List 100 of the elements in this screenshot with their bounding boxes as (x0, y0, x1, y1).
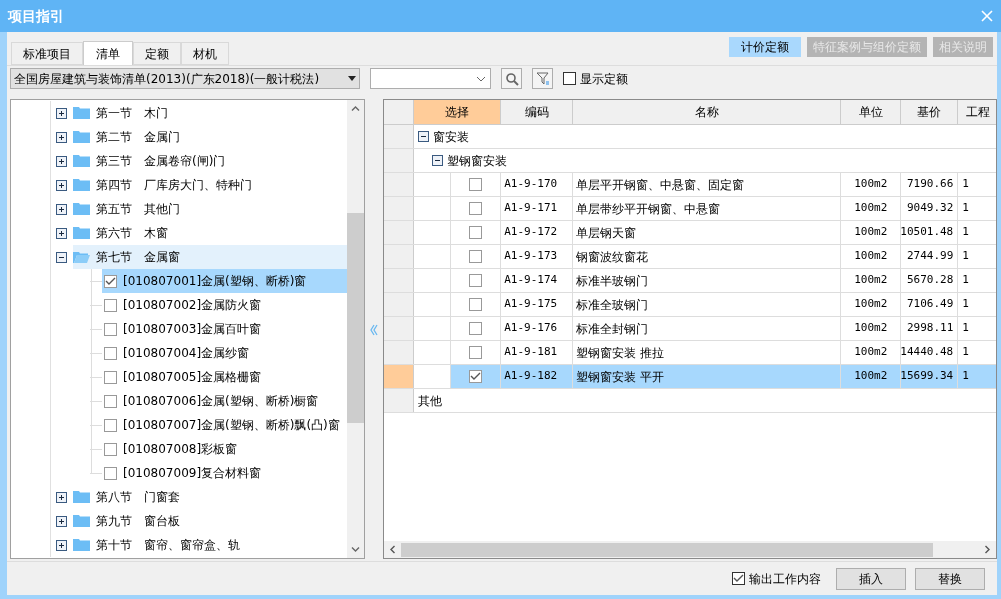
scrollbar-thumb[interactable] (347, 213, 365, 423)
expand-icon[interactable] (56, 491, 67, 503)
column-header[interactable]: 工程 (958, 100, 996, 124)
column-header[interactable]: 选择 (414, 100, 502, 124)
row-header[interactable] (384, 389, 415, 412)
checkbox-label: 输出工作内容 (749, 570, 821, 588)
row-header[interactable] (384, 221, 415, 244)
column-header[interactable]: 基价 (901, 100, 959, 124)
dropdown-arrow-icon (348, 76, 356, 81)
checkbox[interactable] (104, 394, 117, 408)
row-header[interactable] (384, 173, 415, 196)
checkbox[interactable] (104, 442, 117, 456)
collapse-icon[interactable] (418, 131, 430, 142)
row-header[interactable] (384, 365, 415, 388)
table-cell: 1 (958, 221, 996, 244)
checkbox[interactable] (469, 298, 483, 311)
tree-item[interactable]: [010807005]金属格栅窗 (102, 365, 348, 389)
tab[interactable]: 材机 (181, 42, 229, 65)
checkbox[interactable] (469, 202, 483, 215)
table-cell: 10501.48 (901, 221, 959, 244)
row-header[interactable] (384, 197, 415, 220)
row-header[interactable] (384, 149, 415, 172)
checkbox[interactable] (469, 250, 483, 263)
tree-section[interactable]: 第九节 窗台板 (73, 509, 348, 533)
tree-item[interactable]: [010807001]金属(塑钢、断桥)窗 (102, 269, 348, 293)
checkbox[interactable] (104, 418, 117, 432)
search-button[interactable] (501, 68, 522, 89)
action-button[interactable]: 替换 (915, 567, 985, 590)
close-icon[interactable] (981, 10, 993, 22)
column-header[interactable]: 编码 (501, 100, 574, 124)
collapse-arrow-icon[interactable] (370, 324, 379, 336)
expand-icon[interactable] (56, 227, 67, 239)
chevron-left-icon[interactable] (390, 545, 396, 554)
horizontal-scrollbar[interactable] (384, 541, 996, 558)
tab[interactable]: 清单 (83, 41, 133, 66)
expand-icon[interactable] (56, 155, 67, 167)
expand-icon[interactable] (56, 179, 67, 191)
tree-section[interactable]: 第十节 窗帘、窗帘盒、轨 (73, 533, 348, 557)
checkbox[interactable] (104, 298, 117, 312)
checkbox[interactable] (104, 346, 117, 360)
row-header[interactable] (384, 269, 415, 292)
library-dropdown[interactable]: 全国房屋建筑与装饰清单(2013)(广东2018)(一般计税法) (10, 68, 360, 89)
checkbox[interactable] (732, 572, 745, 585)
expand-icon[interactable] (56, 131, 67, 143)
checkbox[interactable] (104, 274, 117, 288)
chevron-right-icon[interactable] (985, 545, 990, 554)
checkbox[interactable] (469, 346, 483, 359)
collapse-icon[interactable] (56, 251, 67, 263)
checkbox[interactable] (469, 226, 483, 239)
filter-button[interactable] (532, 68, 553, 89)
tree-section[interactable]: 第二节 金属门 (73, 125, 348, 149)
tree-item[interactable]: [010807002]金属防火窗 (102, 293, 348, 317)
column-header[interactable]: 单位 (841, 100, 902, 124)
row-header[interactable] (384, 245, 415, 268)
checkbox[interactable] (469, 178, 483, 191)
checkbox[interactable] (469, 274, 483, 287)
checkbox[interactable] (104, 466, 117, 480)
tree-section[interactable]: 第一节 木门 (73, 101, 348, 125)
checkbox[interactable] (469, 322, 483, 335)
collapse-icon[interactable] (432, 155, 444, 166)
tree-section[interactable]: 第七节 金属窗 (73, 245, 348, 269)
expand-icon[interactable] (56, 539, 67, 551)
tree-item[interactable]: [010807006]金属(塑钢、断桥)橱窗 (102, 389, 348, 413)
column-header[interactable]: 名称 (573, 100, 842, 124)
checkbox[interactable] (104, 370, 117, 384)
tab[interactable]: 定额 (133, 42, 181, 65)
row-header[interactable] (384, 293, 415, 316)
tree-section[interactable]: 第三节 金属卷帘(闸)门 (73, 149, 348, 173)
checkbox[interactable] (104, 322, 117, 336)
tree-item[interactable]: [010807008]彩板窗 (102, 437, 348, 461)
expand-icon[interactable] (56, 107, 67, 119)
chevron-up-icon[interactable] (351, 106, 361, 111)
checkbox[interactable] (563, 72, 576, 85)
table-cell: A1-9-175 (501, 293, 574, 316)
tree-item[interactable]: [010807004]金属纱窗 (102, 341, 348, 365)
tree-section[interactable]: 第五节 其他门 (73, 197, 348, 221)
checkbox[interactable] (469, 370, 483, 383)
folder-icon (73, 202, 90, 216)
row-header[interactable] (384, 317, 415, 340)
tree-item[interactable]: [010807007]金属(塑钢、断桥)飘(凸)窗 (102, 413, 348, 437)
tree-section[interactable]: 第四节 厂库房大门、特种门 (73, 173, 348, 197)
table-cell: 2744.99 (901, 245, 959, 268)
row-header[interactable] (384, 341, 415, 364)
tab[interactable]: 计价定额 (729, 37, 801, 57)
vertical-scrollbar[interactable] (347, 100, 365, 558)
expand-icon[interactable] (56, 515, 67, 527)
table-cell: 100m2 (841, 197, 902, 220)
tree-item[interactable]: [010807009]复合材料窗 (102, 461, 348, 485)
chevron-down-icon[interactable] (351, 547, 361, 552)
expand-icon[interactable] (56, 203, 67, 215)
tree-item[interactable]: [010807003]金属百叶窗 (102, 317, 348, 341)
tree-section[interactable]: 第六节 木窗 (73, 221, 348, 245)
scrollbar-thumb[interactable] (401, 542, 934, 557)
tree-section[interactable]: 第八节 门窗套 (73, 485, 348, 509)
table-cell: A1-9-181 (501, 341, 574, 364)
table-cell: 100m2 (841, 365, 902, 388)
table-cell: 100m2 (841, 341, 902, 364)
search-dropdown[interactable] (370, 68, 491, 89)
tab[interactable]: 标准项目 (11, 42, 83, 65)
action-button[interactable]: 插入 (836, 567, 906, 590)
